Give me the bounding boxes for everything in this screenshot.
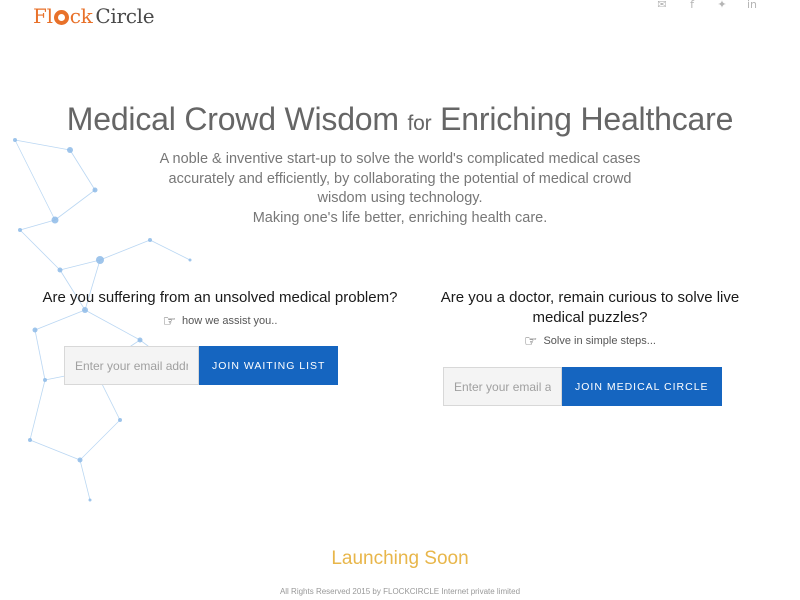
patients-signup-form: JOIN WAITING LIST: [64, 346, 339, 385]
patients-section: Are you suffering from an unsolved medic…: [40, 288, 400, 330]
logo-o-icon: [53, 9, 69, 25]
linkedin-icon[interactable]: in: [746, 0, 758, 12]
logo[interactable]: Fl ck Circle: [33, 4, 155, 28]
patients-hint-text: how we assist you..: [182, 315, 278, 327]
social-links: ✉ f ✦ in: [656, 0, 758, 12]
patients-question: Are you suffering from an unsolved medic…: [42, 289, 398, 306]
hero-description: A noble & inventive start-up to solve th…: [150, 150, 650, 228]
doctors-hint-text: Solve in simple steps...: [543, 335, 656, 347]
envelope-icon[interactable]: ✉: [656, 0, 668, 12]
pointing-hand-icon: ☞: [524, 333, 538, 350]
launching-soon-text: Launching Soon: [331, 548, 469, 569]
copyright-footer: All Rights Reserved 2015 by FLOCKCIRCLE …: [279, 587, 521, 596]
doctors-email-input[interactable]: [443, 367, 562, 406]
hero-desc-line2: Making one's life better, enriching heal…: [252, 209, 548, 226]
logo-text-ck: ck: [69, 4, 93, 28]
doctors-signup-form: JOIN MEDICAL CIRCLE: [443, 367, 722, 406]
hero-title-part3: Enriching Healthcare: [431, 101, 734, 137]
hero-title-part1: Medical Crowd Wisdom: [66, 101, 408, 137]
logo-text-fl: Fl: [33, 4, 53, 28]
hero-title: Medical Crowd Wisdom for Enriching Healt…: [0, 101, 800, 138]
doctors-hint-link[interactable]: ☞ Solve in simple steps...: [420, 332, 760, 350]
patients-hint-link[interactable]: ☞ how we assist you..: [40, 312, 400, 330]
facebook-icon[interactable]: f: [686, 0, 698, 12]
doctors-section: Are you a doctor, remain curious to solv…: [420, 288, 760, 350]
hero-desc-line1: A noble & inventive start-up to solve th…: [159, 151, 641, 206]
doctors-question: Are you a doctor, remain curious to solv…: [440, 289, 740, 326]
patients-email-input[interactable]: [64, 346, 199, 385]
pointing-hand-icon: ☞: [162, 313, 177, 330]
twitter-icon[interactable]: ✦: [716, 0, 728, 12]
logo-text-circle: Circle: [95, 4, 155, 28]
join-medical-circle-button[interactable]: JOIN MEDICAL CIRCLE: [562, 367, 722, 406]
hero-title-for: for: [407, 112, 432, 135]
join-waiting-list-button[interactable]: JOIN WAITING LIST: [199, 346, 339, 385]
